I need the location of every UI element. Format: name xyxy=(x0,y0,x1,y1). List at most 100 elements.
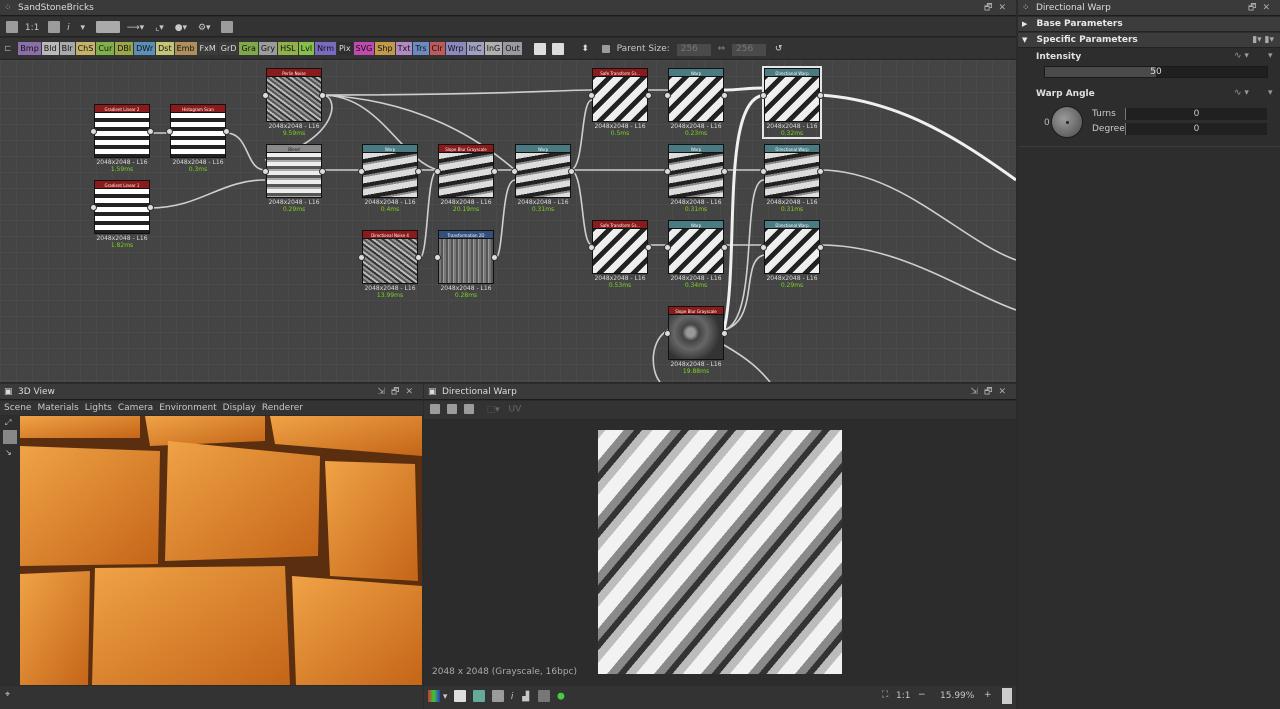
node-output-port[interactable] xyxy=(817,168,824,175)
fit-icon[interactable]: ⛶ xyxy=(882,690,888,700)
camera-tool-icon[interactable]: ⤢ xyxy=(5,418,11,428)
warp-angle-more-icon[interactable]: ▾ xyxy=(1268,88,1273,98)
graph-node[interactable]: Gradient Linear 1 2048x2048 - L16 1.82ms xyxy=(90,180,154,249)
node-output-port[interactable] xyxy=(645,92,652,99)
node-chip-cur[interactable]: Cur xyxy=(96,42,115,55)
view3d-window-buttons[interactable]: ⇲🗗✕ xyxy=(377,384,419,400)
node-chip-grd[interactable]: GrD xyxy=(218,42,239,55)
parent-size-width-field[interactable]: 256 xyxy=(676,44,711,56)
node-output-port[interactable] xyxy=(491,254,498,261)
node-chip-inc[interactable]: InC xyxy=(466,42,484,55)
graph-node[interactable]: Directional Noise 4 2048x2048 - L16 13.99m… xyxy=(358,230,422,299)
node-input-port[interactable] xyxy=(588,92,595,99)
node-input-port[interactable] xyxy=(664,244,671,251)
section-base-parameters[interactable]: ▶ Base Parameters xyxy=(1018,17,1280,32)
alpha-icon[interactable] xyxy=(538,690,551,702)
view3d-corner-icon[interactable]: ⌖ xyxy=(5,690,10,700)
section-specific-parameters[interactable]: ▼ Specific Parameters ▮▾ ▮▾ xyxy=(1018,33,1280,48)
export-icon[interactable] xyxy=(221,21,234,33)
section-options-icon[interactable]: ▮▾ ▮▾ xyxy=(1252,33,1274,48)
node-input-port[interactable] xyxy=(262,168,269,175)
node-output-port[interactable] xyxy=(645,244,652,251)
gear-icon[interactable]: ⚙▾ xyxy=(198,23,211,33)
node-output-port[interactable] xyxy=(721,244,728,251)
node-output-port[interactable] xyxy=(817,92,824,99)
intensity-more-icon[interactable]: ▾ xyxy=(1268,51,1273,61)
histogram-icon[interactable]: ▟ xyxy=(522,692,529,702)
link-style-icon[interactable]: ⟶▾ xyxy=(127,23,144,33)
graph-node[interactable]: Warp 2048x2048 - L16 0.4ms xyxy=(358,144,422,213)
graph-canvas[interactable]: Gradient Linear 2 2048x2048 - L16 1.59ms Hi… xyxy=(0,60,1016,382)
node-output-port[interactable] xyxy=(147,204,154,211)
channel-dropdown-icon[interactable]: ⬚▾ xyxy=(487,405,500,415)
graph-node[interactable]: Directional Warp 2048x2048 - L16 0.32ms xyxy=(760,66,824,139)
view3d-menu-renderer[interactable]: Renderer xyxy=(262,403,303,413)
node-chip-dwr[interactable]: DWr xyxy=(134,42,156,55)
info-toggle-icon[interactable]: i xyxy=(511,692,514,702)
pin-icon[interactable]: ⬍ xyxy=(581,44,589,54)
frame-icon[interactable] xyxy=(48,21,61,33)
grid-snap-icon[interactable] xyxy=(95,21,120,33)
zoom-in-icon[interactable]: + xyxy=(984,690,992,700)
node-input-port[interactable] xyxy=(664,168,671,175)
link-aspect-icon[interactable]: ⇔ xyxy=(718,44,726,54)
view3d-viewport[interactable] xyxy=(20,416,422,685)
view2d-zoom-percent[interactable]: 15.99% xyxy=(940,691,974,701)
copy-icon[interactable] xyxy=(446,404,457,414)
node-chip-gry[interactable]: Gry xyxy=(258,42,278,55)
node-output-port[interactable] xyxy=(319,168,326,175)
node-output-port[interactable] xyxy=(721,92,728,99)
graph-node[interactable]: Transformation 2D 2048x2048 - L16 0.28ms xyxy=(434,230,498,299)
node-input-port[interactable] xyxy=(434,168,441,175)
graph-node[interactable]: Safe Transform Gr... 2048x2048 - L16 0.53m… xyxy=(588,220,652,289)
frame-node-icon[interactable] xyxy=(552,42,565,55)
node-chip-shp[interactable]: Shp xyxy=(375,42,395,55)
node-chip-wrp[interactable]: Wrp xyxy=(445,42,466,55)
turns-field[interactable]: 0 xyxy=(1125,108,1267,120)
node-chip-out[interactable]: Out xyxy=(503,42,522,55)
zoom-out-icon[interactable]: − xyxy=(918,690,926,700)
properties-window-buttons[interactable]: 🗗✕ xyxy=(1248,0,1276,16)
zoom-ratio[interactable]: 1:1 xyxy=(25,23,39,33)
warp-angle-func-icon[interactable]: ∿ ▾ xyxy=(1234,88,1249,98)
graph-node[interactable]: Warp 2048x2048 - L16 0.31ms xyxy=(511,144,575,213)
node-chip-lvl[interactable]: Lvl xyxy=(298,42,315,55)
node-chip-chs[interactable]: ChS xyxy=(75,42,96,55)
node-input-port[interactable] xyxy=(90,128,97,135)
node-input-port[interactable] xyxy=(358,254,365,261)
node-output-port[interactable] xyxy=(223,128,230,135)
reset-icon[interactable]: ↺ xyxy=(775,44,783,54)
view2d-window-buttons[interactable]: ⇲🗗✕ xyxy=(970,384,1012,400)
channels-icon[interactable] xyxy=(473,690,486,702)
node-input-port[interactable] xyxy=(760,244,767,251)
view2d-zoom-ratio[interactable]: 1:1 xyxy=(896,691,910,701)
node-chip-txt[interactable]: Txt xyxy=(395,42,413,55)
view3d-menu-environment[interactable]: Environment xyxy=(159,403,216,413)
tile-icon[interactable] xyxy=(454,690,467,702)
view3d-menu-materials[interactable]: Materials xyxy=(37,403,78,413)
angle-dial[interactable] xyxy=(1051,106,1083,138)
intensity-func-icon[interactable]: ∿ ▾ xyxy=(1234,51,1249,61)
graph-node[interactable]: Histogram Scan 2048x2048 - L16 0.3ms xyxy=(166,104,230,173)
graph-node[interactable]: Slope Blur Grayscale 2048x2048 - L16 19.88… xyxy=(664,306,728,375)
node-output-port[interactable] xyxy=(491,168,498,175)
node-output-port[interactable] xyxy=(721,168,728,175)
uv-toggle[interactable]: UV xyxy=(509,405,522,415)
node-input-port[interactable] xyxy=(760,92,767,99)
view3d-menu-camera[interactable]: Camera xyxy=(118,403,153,413)
view2d-canvas[interactable]: 2048 x 2048 (Grayscale, 16bpc) xyxy=(424,420,1016,685)
node-chip-blr[interactable]: Blr xyxy=(59,42,75,55)
node-input-port[interactable] xyxy=(434,254,441,261)
node-chip-fxm[interactable]: FxM xyxy=(197,42,218,55)
intensity-slider[interactable]: 50 xyxy=(1044,66,1268,78)
node-chip-nrm[interactable]: Nrm xyxy=(315,42,336,55)
graph-node[interactable]: Safe Transform Gr... 2048x2048 - L16 0.5ms xyxy=(588,68,652,137)
node-input-port[interactable] xyxy=(511,168,518,175)
node-input-port[interactable] xyxy=(664,330,671,337)
camera-icon[interactable] xyxy=(463,404,474,414)
node-output-port[interactable] xyxy=(817,244,824,251)
node-input-port[interactable] xyxy=(90,204,97,211)
node-output-port[interactable] xyxy=(721,330,728,337)
grid-icon[interactable] xyxy=(492,690,505,702)
node-output-port[interactable] xyxy=(147,128,154,135)
